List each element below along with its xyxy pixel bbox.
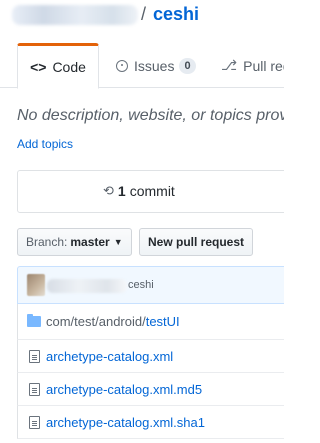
branch-name: master — [70, 235, 110, 249]
repo-page: / ceshi <> Code Issues 0 ⎇ Pull req No d… — [0, 0, 284, 443]
commits-link[interactable]: ⟲ 1 commit — [103, 183, 175, 199]
repo-nav-tabs: <> Code Issues 0 ⎇ Pull req — [0, 43, 284, 89]
folder-path-name[interactable]: testUI — [146, 314, 180, 329]
repo-owner-redacted[interactable] — [12, 5, 138, 25]
tab-pull-requests[interactable]: ⎇ Pull req — [221, 43, 284, 88]
repo-header: / ceshi — [0, 0, 284, 30]
new-pull-request-button[interactable]: New pull request — [139, 228, 253, 256]
commit-label: commit — [129, 183, 175, 199]
caret-down-icon: ▼ — [113, 237, 123, 247]
tab-issues-label: Issues — [134, 57, 175, 74]
code-icon: <> — [30, 59, 47, 75]
commit-author-redacted[interactable] — [47, 279, 127, 293]
file-row[interactable]: archetype-catalog.xml.md5 — [17, 373, 284, 406]
tab-code-label: Code — [52, 59, 86, 75]
path-separator: / — [141, 4, 147, 24]
repo-name-link[interactable]: ceshi — [153, 4, 199, 25]
folder-icon — [27, 314, 41, 327]
add-topics-link[interactable]: Add topics — [17, 137, 73, 151]
latest-commit-bar: ceshi — [17, 266, 284, 304]
commit-count: 1 — [117, 183, 126, 199]
file-name-link[interactable]: archetype-catalog.xml.md5 — [46, 382, 202, 397]
numbers-summary: ⟲ 1 commit — [17, 170, 284, 213]
file-icon — [28, 415, 40, 429]
issues-counter: 0 — [179, 57, 196, 74]
file-row[interactable]: archetype-catalog.xml.sha1 — [17, 406, 284, 439]
file-name-link[interactable]: archetype-catalog.xml — [46, 349, 173, 364]
repo-description: No description, website, or topics provi… — [17, 107, 284, 124]
file-row[interactable]: archetype-catalog.xml — [17, 340, 284, 373]
branch-label: Branch: — [26, 235, 68, 249]
avatar[interactable] — [27, 274, 45, 296]
branch-select-button[interactable]: Branch: master ▼ — [17, 228, 132, 256]
tab-code[interactable]: <> Code — [17, 43, 99, 89]
pull-request-icon: ⎇ — [221, 57, 238, 73]
file-row-folder[interactable]: com/test/android/testUI — [17, 304, 284, 340]
latest-commit-message[interactable]: ceshi — [128, 279, 154, 291]
history-icon: ⟲ — [103, 183, 114, 198]
tab-issues[interactable]: Issues 0 — [116, 43, 196, 88]
issue-icon — [116, 59, 128, 72]
tab-pulls-label: Pull req — [243, 57, 284, 74]
folder-path-prefix[interactable]: com/test/android/ — [46, 314, 146, 329]
file-icon — [28, 349, 40, 363]
file-name-link[interactable]: archetype-catalog.xml.sha1 — [46, 415, 205, 430]
file-icon — [28, 382, 40, 396]
